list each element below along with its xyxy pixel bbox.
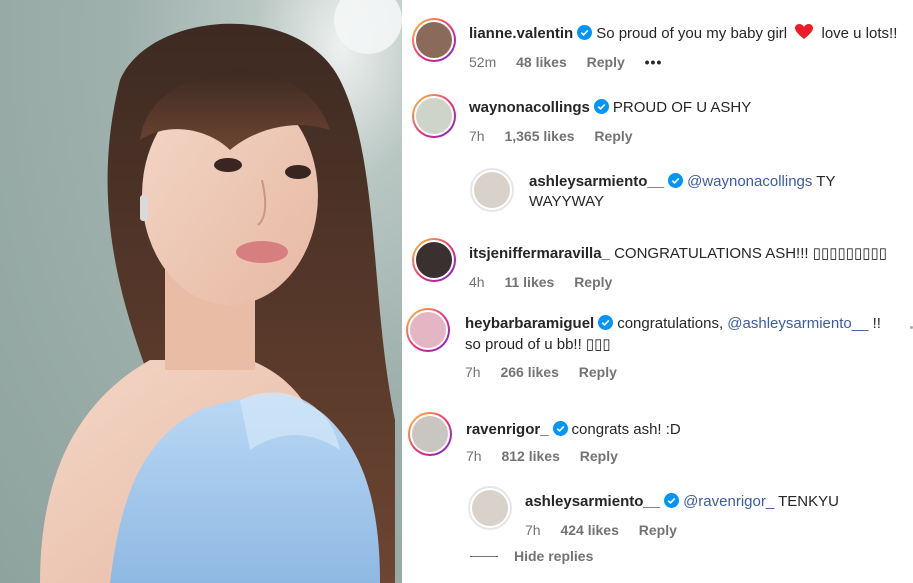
avatar[interactable] — [412, 94, 456, 138]
reply-comment: ashleysarmiento__ @waynonacollings TY WAY… — [402, 160, 913, 226]
comment-time: 7h — [466, 448, 482, 464]
comment-likes[interactable]: 1,365 likes — [504, 128, 574, 144]
more-options-icon[interactable]: ••• — [645, 54, 663, 70]
reply-button[interactable]: Reply — [574, 274, 612, 290]
comment: ravenrigor_ congrats ash! :D 7h 812 likes… — [402, 402, 913, 478]
verified-badge-icon — [593, 99, 609, 114]
verified-badge-icon — [668, 173, 684, 188]
hide-replies-button[interactable]: Hide replies — [514, 548, 593, 564]
replies-divider-line — [470, 556, 498, 557]
woman-portrait-image — [40, 0, 402, 583]
comment-time: 52m — [469, 54, 497, 70]
comment-likes[interactable]: 11 likes — [504, 274, 554, 290]
verified-badge-icon — [577, 25, 593, 40]
avatar[interactable] — [406, 308, 450, 352]
comment-text: TY — [816, 173, 836, 190]
comment-text-continued: WAYYWAY — [529, 193, 604, 210]
reply-button[interactable]: Reply — [580, 448, 618, 464]
comment-text: PROUD OF U ASHY — [612, 99, 752, 116]
comment-text: congratulations, — [617, 315, 724, 332]
comment-text-continued: !! — [872, 315, 881, 332]
comment-username[interactable]: ashleysarmiento__ — [525, 493, 660, 510]
comment-time: 7h — [465, 364, 481, 380]
comment-username[interactable]: lianne.valentin — [469, 25, 573, 42]
comments-panel: lianne.valentin So proud of you my baby g… — [402, 0, 913, 583]
verified-badge-icon — [598, 315, 614, 330]
comment-text-line2: so proud of u bb!! ▯▯▯ — [465, 336, 611, 353]
comment: lianne.valentin So proud of you my baby g… — [402, 0, 913, 80]
comment-text: congrats ash! :D — [571, 421, 681, 438]
verified-badge-icon — [664, 493, 680, 508]
avatar[interactable] — [470, 168, 514, 212]
comment-likes[interactable]: 48 likes — [516, 54, 567, 70]
comment-username[interactable]: ashleysarmiento__ — [529, 173, 664, 190]
comment-text-continued: love u lots!! — [821, 25, 898, 42]
avatar[interactable] — [468, 486, 512, 530]
comment: waynonacollings PROUD OF U ASHY 7h 1,365 … — [402, 80, 913, 160]
mention-link[interactable]: @ashleysarmiento__ — [727, 315, 868, 332]
comment-text: CONGRATULATIONS ASH!!! ▯▯▯▯▯▯▯▯▯ — [614, 245, 888, 262]
comment-username[interactable]: waynonacollings — [469, 99, 590, 116]
comment-username[interactable]: itsjeniffermaravilla_ — [469, 245, 610, 262]
comment-username[interactable]: ravenrigor_ — [466, 421, 549, 438]
mention-link[interactable]: @waynonacollings — [687, 173, 812, 190]
comment-likes[interactable]: 812 likes — [501, 448, 559, 464]
reply-button[interactable]: Reply — [639, 522, 677, 538]
comment-time: 7h — [469, 128, 485, 144]
avatar[interactable] — [412, 238, 456, 282]
reply-button[interactable]: Reply — [579, 364, 617, 380]
comment-likes[interactable]: 266 likes — [500, 364, 558, 380]
comment-text: So proud of you my baby girl — [596, 25, 788, 42]
mention-link[interactable]: @ravenrigor_ — [683, 493, 774, 510]
post-photo — [0, 0, 402, 583]
comment-time: 7h — [525, 522, 541, 538]
comment-likes[interactable]: 424 likes — [560, 522, 618, 538]
verified-badge-icon — [552, 421, 568, 436]
comment: itsjeniffermaravilla_ CONGRATULATIONS AS… — [402, 226, 913, 302]
comment-time: 4h — [469, 274, 485, 290]
reply-button[interactable]: Reply — [587, 54, 625, 70]
comment-username[interactable]: heybarbaramiguel — [465, 315, 594, 332]
reply-comment: ashleysarmiento__ @ravenrigor_ TENKYU 7h … — [402, 478, 913, 544]
comment: heybarbaramiguel congratulations, @ashley… — [402, 302, 913, 392]
comment-text: TENKYU — [778, 493, 839, 510]
heart-emoji-icon — [795, 24, 814, 39]
avatar[interactable] — [408, 412, 452, 456]
avatar[interactable] — [412, 18, 456, 62]
reply-button[interactable]: Reply — [594, 128, 632, 144]
